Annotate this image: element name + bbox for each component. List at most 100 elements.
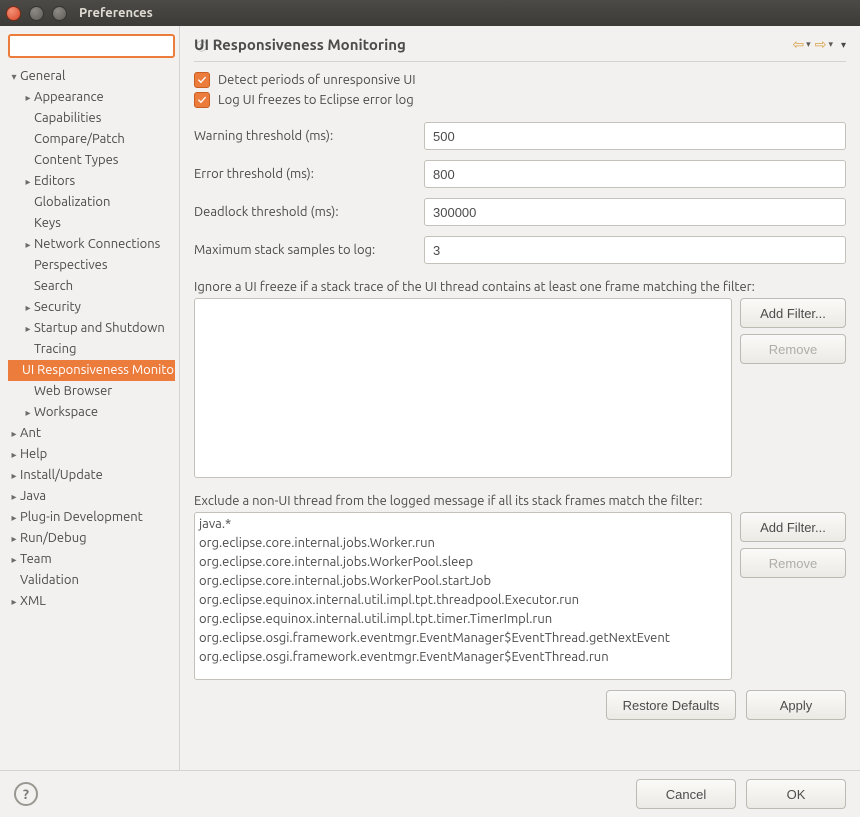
- ignore-remove-button[interactable]: Remove: [740, 334, 846, 364]
- nav-arrows: ⇦▾ ⇨▾ ▾: [792, 36, 846, 53]
- list-item[interactable]: org.eclipse.osgi.framework.eventmgr.Even…: [199, 629, 727, 648]
- tree-item[interactable]: ▸Appearance: [8, 87, 175, 108]
- tree-item[interactable]: Search: [8, 276, 175, 297]
- tree-item[interactable]: ▸Editors: [8, 171, 175, 192]
- log-label: Log UI freezes to Eclipse error log: [218, 93, 414, 107]
- cancel-button[interactable]: Cancel: [636, 779, 736, 809]
- tree-item[interactable]: Keys: [8, 213, 175, 234]
- nav-forward-menu-icon[interactable]: ▾: [828, 39, 833, 50]
- exclude-remove-button[interactable]: Remove: [740, 548, 846, 578]
- ignore-filter-list[interactable]: [194, 298, 732, 478]
- filter-input-wrap[interactable]: ⓧ: [8, 34, 175, 58]
- list-item[interactable]: java.*: [199, 515, 727, 534]
- list-item[interactable]: org.eclipse.core.internal.jobs.WorkerPoo…: [199, 553, 727, 572]
- tree-item[interactable]: ▸Plug-in Development: [8, 507, 175, 528]
- nav-back-menu-icon[interactable]: ▾: [806, 39, 811, 50]
- tree-item[interactable]: ▸XML: [8, 591, 175, 612]
- tree-item-label: Network Connections: [34, 234, 160, 255]
- list-item[interactable]: org.eclipse.equinox.internal.util.impl.t…: [199, 591, 727, 610]
- deadlock-input[interactable]: [424, 198, 846, 226]
- tree-item[interactable]: Tracing: [8, 339, 175, 360]
- tree-item[interactable]: ▸Security: [8, 297, 175, 318]
- exclude-filter-block: java.*org.eclipse.core.internal.jobs.Wor…: [194, 512, 846, 680]
- tree-item[interactable]: ▸Install/Update: [8, 465, 175, 486]
- tree-item[interactable]: Web Browser: [8, 381, 175, 402]
- error-input[interactable]: [424, 160, 846, 188]
- tree-item[interactable]: Capabilities: [8, 108, 175, 129]
- max-samples-input[interactable]: [424, 236, 846, 264]
- list-item[interactable]: org.eclipse.core.internal.jobs.Worker.ru…: [199, 534, 727, 553]
- chevron-right-icon[interactable]: ▸: [8, 528, 20, 549]
- tree-item[interactable]: ▸Run/Debug: [8, 528, 175, 549]
- chevron-right-icon[interactable]: ▸: [8, 486, 20, 507]
- detect-checkbox[interactable]: ✓: [194, 72, 210, 88]
- chevron-right-icon[interactable]: ▸: [8, 591, 20, 612]
- nav-forward-icon[interactable]: ⇨: [815, 36, 827, 53]
- ok-button[interactable]: OK: [746, 779, 846, 809]
- warning-input[interactable]: [424, 122, 846, 150]
- chevron-right-icon[interactable]: ▸: [8, 444, 20, 465]
- tree-item[interactable]: ▸Ant: [8, 423, 175, 444]
- filter-input[interactable]: [16, 38, 196, 55]
- tree-item-label: General: [20, 66, 65, 87]
- chevron-right-icon[interactable]: ▸: [8, 507, 20, 528]
- restore-defaults-button[interactable]: Restore Defaults: [606, 690, 736, 720]
- footer-buttons: Cancel OK: [636, 779, 846, 809]
- exclude-filter-list[interactable]: java.*org.eclipse.core.internal.jobs.Wor…: [194, 512, 732, 680]
- page-menu-icon[interactable]: ▾: [841, 39, 846, 51]
- tree-item[interactable]: Compare/Patch: [8, 129, 175, 150]
- chevron-right-icon[interactable]: ▸: [22, 171, 34, 192]
- chevron-right-icon[interactable]: ▸: [8, 549, 20, 570]
- chevron-right-icon[interactable]: ▸: [8, 423, 20, 444]
- tree-item[interactable]: ▸Network Connections: [8, 234, 175, 255]
- tree-item-label: Compare/Patch: [34, 129, 125, 150]
- exclude-add-filter-button[interactable]: Add Filter...: [740, 512, 846, 542]
- tree-item-label: Team: [20, 549, 52, 570]
- tree-item-label: Editors: [34, 171, 75, 192]
- preferences-tree[interactable]: ▾General▸AppearanceCapabilitiesCompare/P…: [8, 66, 175, 762]
- page-title: UI Responsiveness Monitoring: [194, 36, 406, 53]
- tree-item-label: Globalization: [34, 192, 110, 213]
- tree-item[interactable]: ▸Team: [8, 549, 175, 570]
- tree-item-label: UI Responsiveness Monitoring: [22, 360, 175, 381]
- chevron-right-icon[interactable]: ▸: [22, 318, 34, 339]
- list-item[interactable]: org.eclipse.osgi.framework.eventmgr.Even…: [199, 648, 727, 667]
- chevron-right-icon[interactable]: ▸: [22, 234, 34, 255]
- chevron-down-icon[interactable]: ▾: [8, 66, 20, 87]
- log-checkbox[interactable]: ✓: [194, 92, 210, 108]
- tree-item[interactable]: ▸Help: [8, 444, 175, 465]
- list-item[interactable]: org.eclipse.equinox.internal.util.impl.t…: [199, 610, 727, 629]
- help-icon[interactable]: ?: [14, 782, 38, 806]
- chevron-right-icon[interactable]: ▸: [22, 87, 34, 108]
- tree-item-label: Plug-in Development: [20, 507, 143, 528]
- ignore-add-filter-button[interactable]: Add Filter...: [740, 298, 846, 328]
- list-item[interactable]: org.eclipse.core.internal.jobs.WorkerPoo…: [199, 572, 727, 591]
- tree-item[interactable]: Perspectives: [8, 255, 175, 276]
- tree-item[interactable]: Validation: [8, 570, 175, 591]
- tree-item[interactable]: Content Types: [8, 150, 175, 171]
- error-label: Error threshold (ms):: [194, 167, 414, 181]
- tree-item[interactable]: ▸Startup and Shutdown: [8, 318, 175, 339]
- tree-item-label: Web Browser: [34, 381, 112, 402]
- tree-item-label: Startup and Shutdown: [34, 318, 165, 339]
- window-maximize-icon[interactable]: [52, 6, 67, 21]
- exclude-filter-buttons: Add Filter... Remove: [740, 512, 846, 680]
- tree-item[interactable]: ▸Workspace: [8, 402, 175, 423]
- tree-item[interactable]: ▾General: [8, 66, 175, 87]
- chevron-right-icon[interactable]: ▸: [22, 297, 34, 318]
- tree-item[interactable]: UI Responsiveness Monitoring: [8, 360, 175, 381]
- tree-item[interactable]: ▸Java: [8, 486, 175, 507]
- window-minimize-icon[interactable]: [29, 6, 44, 21]
- chevron-right-icon[interactable]: ▸: [22, 402, 34, 423]
- tree-item-label: Perspectives: [34, 255, 107, 276]
- ignore-filter-block: Add Filter... Remove: [194, 298, 846, 478]
- nav-back-icon[interactable]: ⇦: [792, 36, 804, 53]
- apply-button[interactable]: Apply: [746, 690, 846, 720]
- tree-item-label: Workspace: [34, 402, 98, 423]
- chevron-right-icon[interactable]: ▸: [8, 465, 20, 486]
- tree-item[interactable]: Globalization: [8, 192, 175, 213]
- tree-item-label: Ant: [20, 423, 41, 444]
- sidebar: ⓧ ▾General▸AppearanceCapabilitiesCompare…: [0, 26, 180, 770]
- tree-item-label: Run/Debug: [20, 528, 87, 549]
- window-close-icon[interactable]: [6, 6, 21, 21]
